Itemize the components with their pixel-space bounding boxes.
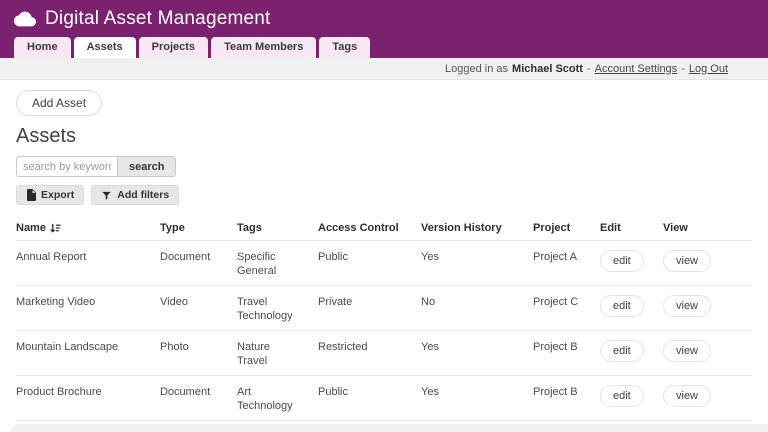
column-header-edit: Edit <box>600 216 663 241</box>
add-asset-button[interactable]: Add Asset <box>16 90 102 116</box>
edit-button[interactable]: edit <box>600 340 644 362</box>
cell-edit: edit <box>600 286 663 331</box>
account-settings-link[interactable]: Account Settings <box>595 63 678 75</box>
cell-version-history: Yes <box>421 376 533 421</box>
cell-name: Marketing Video <box>16 286 160 331</box>
cell-edit: edit <box>600 241 663 286</box>
tab-home[interactable]: Home <box>14 37 71 58</box>
app-header: Digital Asset Management <box>0 0 768 37</box>
export-button[interactable]: Export <box>16 185 84 205</box>
cell-name: Annual Report <box>16 241 160 286</box>
cell-view: view <box>663 241 752 286</box>
tab-team-members[interactable]: Team Members <box>211 37 316 58</box>
column-header-type: Type <box>160 216 237 241</box>
view-button[interactable]: view <box>663 340 711 362</box>
tab-projects[interactable]: Projects <box>139 37 208 58</box>
cell-project: Project C <box>533 286 600 331</box>
main-content: Add Asset Assets search Export Add filte… <box>0 80 768 432</box>
page-title: Assets <box>16 125 752 148</box>
cell-name: Mountain Landscape <box>16 331 160 376</box>
edit-button[interactable]: edit <box>600 385 644 407</box>
cell-access-control: Restricted <box>318 331 421 376</box>
separator: - <box>587 63 591 75</box>
cell-view: view <box>663 286 752 331</box>
cell-view: view <box>663 331 752 376</box>
cell-type: Document <box>160 376 237 421</box>
edit-button[interactable]: edit <box>600 295 644 317</box>
page-footer <box>10 424 768 432</box>
cell-access-control: Public <box>318 376 421 421</box>
cell-project: Project B <box>533 376 600 421</box>
log-out-link[interactable]: Log Out <box>689 63 728 75</box>
cell-type: Photo <box>160 331 237 376</box>
column-header-name[interactable]: Name <box>16 216 160 241</box>
cell-type: Document <box>160 241 237 286</box>
edit-button[interactable]: edit <box>600 250 644 272</box>
table-row: Mountain Landscape Photo NatureTravel Re… <box>16 331 752 376</box>
cell-name: Product Brochure <box>16 376 160 421</box>
cell-tags: ArtTechnology <box>237 376 318 421</box>
app-window: Digital Asset Management Home Assets Pro… <box>0 0 768 432</box>
assets-table-body: Annual Report Document SpecificGeneral P… <box>16 241 752 432</box>
assets-table: Name Type Tags Access Control Version Hi… <box>16 216 752 432</box>
sort-icon <box>50 223 61 234</box>
column-header-project: Project <box>533 216 600 241</box>
cell-tags: SpecificGeneral <box>237 241 318 286</box>
cell-project: Project A <box>533 241 600 286</box>
separator: - <box>681 63 685 75</box>
tab-tags[interactable]: Tags <box>319 37 370 58</box>
user-bar: Logged in as Michael Scott - Account Set… <box>0 58 768 80</box>
logged-in-prefix: Logged in as <box>445 63 508 75</box>
view-button[interactable]: view <box>663 295 711 317</box>
cell-access-control: Public <box>318 241 421 286</box>
cloud-icon <box>14 11 36 27</box>
cell-edit: edit <box>600 331 663 376</box>
cell-version-history: No <box>421 286 533 331</box>
cell-view: view <box>663 376 752 421</box>
cell-project: Project B <box>533 331 600 376</box>
cell-type: Video <box>160 286 237 331</box>
nav-tabs: Home Assets Projects Team Members Tags <box>0 37 768 58</box>
column-header-tags: Tags <box>237 216 318 241</box>
toolbar: Export Add filters <box>16 185 752 205</box>
column-header-version-history: Version History <box>421 216 533 241</box>
username: Michael Scott <box>512 63 583 75</box>
table-header-row: Name Type Tags Access Control Version Hi… <box>16 216 752 241</box>
cell-access-control: Private <box>318 286 421 331</box>
search-button[interactable]: search <box>117 156 176 177</box>
cell-edit: edit <box>600 376 663 421</box>
table-row: Product Brochure Document ArtTechnology … <box>16 376 752 421</box>
add-filters-button[interactable]: Add filters <box>91 185 179 205</box>
table-row: Marketing Video Video TravelTechnology P… <box>16 286 752 331</box>
column-header-view: View <box>663 216 752 241</box>
tab-assets[interactable]: Assets <box>74 37 136 58</box>
funnel-icon <box>101 190 112 201</box>
search-bar: search <box>16 156 752 177</box>
app-title: Digital Asset Management <box>45 8 271 30</box>
cell-tags: NatureTravel <box>237 331 318 376</box>
file-icon <box>26 189 36 201</box>
cell-version-history: Yes <box>421 241 533 286</box>
table-row: Annual Report Document SpecificGeneral P… <box>16 241 752 286</box>
search-input[interactable] <box>16 156 117 177</box>
column-header-access-control: Access Control <box>318 216 421 241</box>
view-button[interactable]: view <box>663 250 711 272</box>
cell-version-history: Yes <box>421 331 533 376</box>
cell-tags: TravelTechnology <box>237 286 318 331</box>
view-button[interactable]: view <box>663 385 711 407</box>
